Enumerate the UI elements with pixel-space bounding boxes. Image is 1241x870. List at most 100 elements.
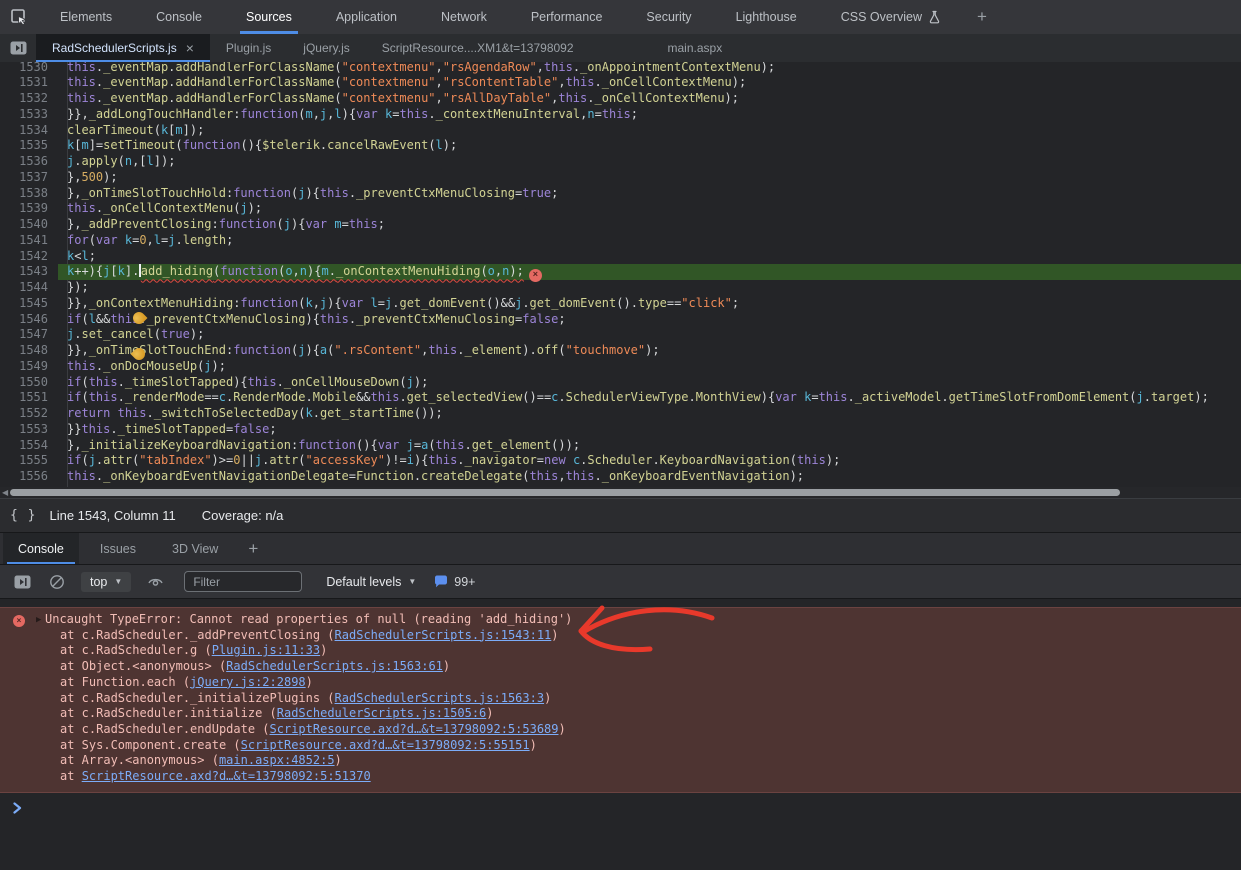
line-number[interactable]: 1549 [0,359,58,375]
panel-tab-security[interactable]: Security [633,0,704,34]
code-line-1543[interactable]: 1543k++){j[k].add_hiding(function(o,n){m… [0,264,1241,280]
scrollbar-left-arrow-icon[interactable]: ◀ [2,488,8,497]
code-line-1531[interactable]: 1531this._eventMap.addHandlerForClassNam… [0,75,1241,91]
line-number[interactable]: 1543 [0,264,58,280]
line-number[interactable]: 1538 [0,186,58,202]
code-line-1553[interactable]: 1553}}this._timeSlotTapped=false; [0,422,1241,438]
code-text[interactable]: if(l&&this._preventCtxMenuClosing){this.… [58,312,1241,328]
code-line-1539[interactable]: 1539this._onCellContextMenu(j); [0,201,1241,217]
drawer-tab-issues[interactable]: Issues [85,533,151,564]
code-line-1555[interactable]: 1555if(j.attr("tabIndex")>=0||j.attr("ac… [0,453,1241,469]
code-line-1544[interactable]: 1544}); [0,280,1241,296]
line-number[interactable]: 1530 [0,62,58,75]
code-line-1549[interactable]: 1549this._onDocMouseUp(j); [0,359,1241,375]
stack-frame-link[interactable]: Plugin.js:11:33 [212,643,320,657]
add-drawer-tab-button[interactable]: + [236,533,270,564]
code-text[interactable]: },_initializeKeyboardNavigation:function… [58,438,1241,454]
stack-frame-link[interactable]: jQuery.js:2:2898 [190,675,306,689]
code-line-1554[interactable]: 1554},_initializeKeyboardNavigation:func… [0,438,1241,454]
line-number[interactable]: 1546 [0,312,58,328]
file-tab-main-aspx[interactable]: main.aspx [652,34,739,62]
code-line-1550[interactable]: 1550if(this._timeSlotTapped){this._onCel… [0,375,1241,391]
panel-tab-elements[interactable]: Elements [47,0,125,34]
code-line-1538[interactable]: 1538},_onTimeSlotTouchHold:function(j){t… [0,186,1241,202]
drawer-tab-3d-view[interactable]: 3D View [157,533,233,564]
panel-tab-lighthouse[interactable]: Lighthouse [723,0,810,34]
file-tab-jquery-js[interactable]: jQuery.js [287,34,365,62]
code-line-1535[interactable]: 1535k[m]=setTimeout(function(){$telerik.… [0,138,1241,154]
code-text[interactable]: j.apply(n,[l]); [58,154,1241,170]
javascript-context-dropdown[interactable]: top ▼ [81,572,131,592]
line-number[interactable]: 1555 [0,453,58,469]
stack-frame-link[interactable]: main.aspx:4852:5 [219,753,335,767]
panel-tab-sources[interactable]: Sources [233,0,305,34]
code-text[interactable]: k<l; [58,249,1241,265]
code-text[interactable]: k[m]=setTimeout(function(){$telerik.canc… [58,138,1241,154]
line-number[interactable]: 1535 [0,138,58,154]
code-text[interactable]: this._eventMap.addHandlerForClassName("c… [58,62,1241,75]
panel-tab-css-overview[interactable]: CSS Overview [828,0,954,34]
code-line-1546[interactable]: 1546if(l&&this._preventCtxMenuClosing){t… [0,312,1241,328]
line-number[interactable]: 1534 [0,123,58,139]
code-text[interactable]: for(var k=0,l=j.length; [58,233,1241,249]
line-number[interactable]: 1533 [0,107,58,123]
code-line-1548[interactable]: 1548}},_onTimeSlotTouchEnd:function(j){a… [0,343,1241,359]
stack-frame-link[interactable]: RadSchedulerScripts.js:1563:3 [335,691,545,705]
line-number[interactable]: 1544 [0,280,58,296]
code-line-1530[interactable]: 1530this._eventMap.addHandlerForClassNam… [0,62,1241,75]
code-text[interactable]: }}this._timeSlotTapped=false; [58,422,1241,438]
live-expression-eye-icon[interactable] [147,574,164,589]
line-number[interactable]: 1548 [0,343,58,359]
code-line-1533[interactable]: 1533}},_addLongTouchHandler:function(m,j… [0,107,1241,123]
line-number[interactable]: 1536 [0,154,58,170]
code-text[interactable]: this._onCellContextMenu(j); [58,201,1241,217]
code-text[interactable]: this._eventMap.addHandlerForClassName("c… [58,75,1241,91]
line-number[interactable]: 1541 [0,233,58,249]
console-filter-input[interactable] [184,571,302,592]
code-line-1542[interactable]: 1542k<l; [0,249,1241,265]
inspect-element-icon[interactable] [0,0,38,34]
line-number[interactable]: 1531 [0,75,58,91]
stack-frame-link[interactable]: ScriptResource.axd?d…&t=13798092:5:51370 [82,769,371,783]
code-line-1534[interactable]: 1534clearTimeout(k[m]); [0,123,1241,139]
code-text[interactable]: this._eventMap.addHandlerForClassName("c… [58,91,1241,107]
code-text[interactable]: },_onTimeSlotTouchHold:function(j){this.… [58,186,1241,202]
code-text[interactable]: },_addPreventClosing:function(j){var m=t… [58,217,1241,233]
line-number[interactable]: 1532 [0,91,58,107]
line-number[interactable]: 1539 [0,201,58,217]
source-editor[interactable]: 1530this._eventMap.addHandlerForClassNam… [0,62,1241,487]
code-line-1536[interactable]: 1536j.apply(n,[l]); [0,154,1241,170]
code-line-1540[interactable]: 1540},_addPreventClosing:function(j){var… [0,217,1241,233]
log-levels-dropdown[interactable]: Default levels ▼ [326,575,416,589]
stack-frame-link[interactable]: ScriptResource.axd?d…&t=13798092:5:55151 [241,738,530,752]
scrollbar-thumb[interactable] [10,489,1120,496]
console-messages-count[interactable]: 99+ [434,575,475,589]
line-number[interactable]: 1552 [0,406,58,422]
code-text[interactable]: k++){j[k].add_hiding(function(o,n){m._on… [58,264,1241,280]
panel-tab-console[interactable]: Console [143,0,215,34]
file-tab-plugin-js[interactable]: Plugin.js [210,34,287,62]
clear-console-icon[interactable] [49,574,65,590]
editor-horizontal-scrollbar[interactable]: ◀ [0,487,1241,498]
code-text[interactable]: }); [58,280,1241,296]
line-number[interactable]: 1545 [0,296,58,312]
code-text[interactable]: }},_addLongTouchHandler:function(m,j,l){… [58,107,1241,123]
code-line-1545[interactable]: 1545}},_onContextMenuHiding:function(k,j… [0,296,1241,312]
code-text[interactable]: if(this._renderMode==c.RenderMode.Mobile… [58,390,1241,406]
console-sidebar-icon[interactable] [14,575,31,589]
line-number[interactable]: 1550 [0,375,58,391]
code-line-1532[interactable]: 1532this._eventMap.addHandlerForClassNam… [0,91,1241,107]
console-prompt[interactable] [0,799,1241,817]
code-line-1556[interactable]: 1556this._onKeyboardEventNavigationDeleg… [0,469,1241,485]
line-number[interactable]: 1547 [0,327,58,343]
stack-frame-link[interactable]: RadSchedulerScripts.js:1543:11 [335,628,552,642]
panel-tab-application[interactable]: Application [323,0,410,34]
code-text[interactable]: }},_onTimeSlotTouchEnd:function(j){a(".r… [58,343,1241,359]
line-number[interactable]: 1554 [0,438,58,454]
code-text[interactable]: this._onDocMouseUp(j); [58,359,1241,375]
line-number[interactable]: 1537 [0,170,58,186]
code-text[interactable]: this._onKeyboardEventNavigationDelegate=… [58,469,1241,485]
line-number[interactable]: 1553 [0,422,58,438]
file-tab-radschedulerscripts-js[interactable]: RadSchedulerScripts.js× [36,34,210,62]
line-number[interactable]: 1542 [0,249,58,265]
